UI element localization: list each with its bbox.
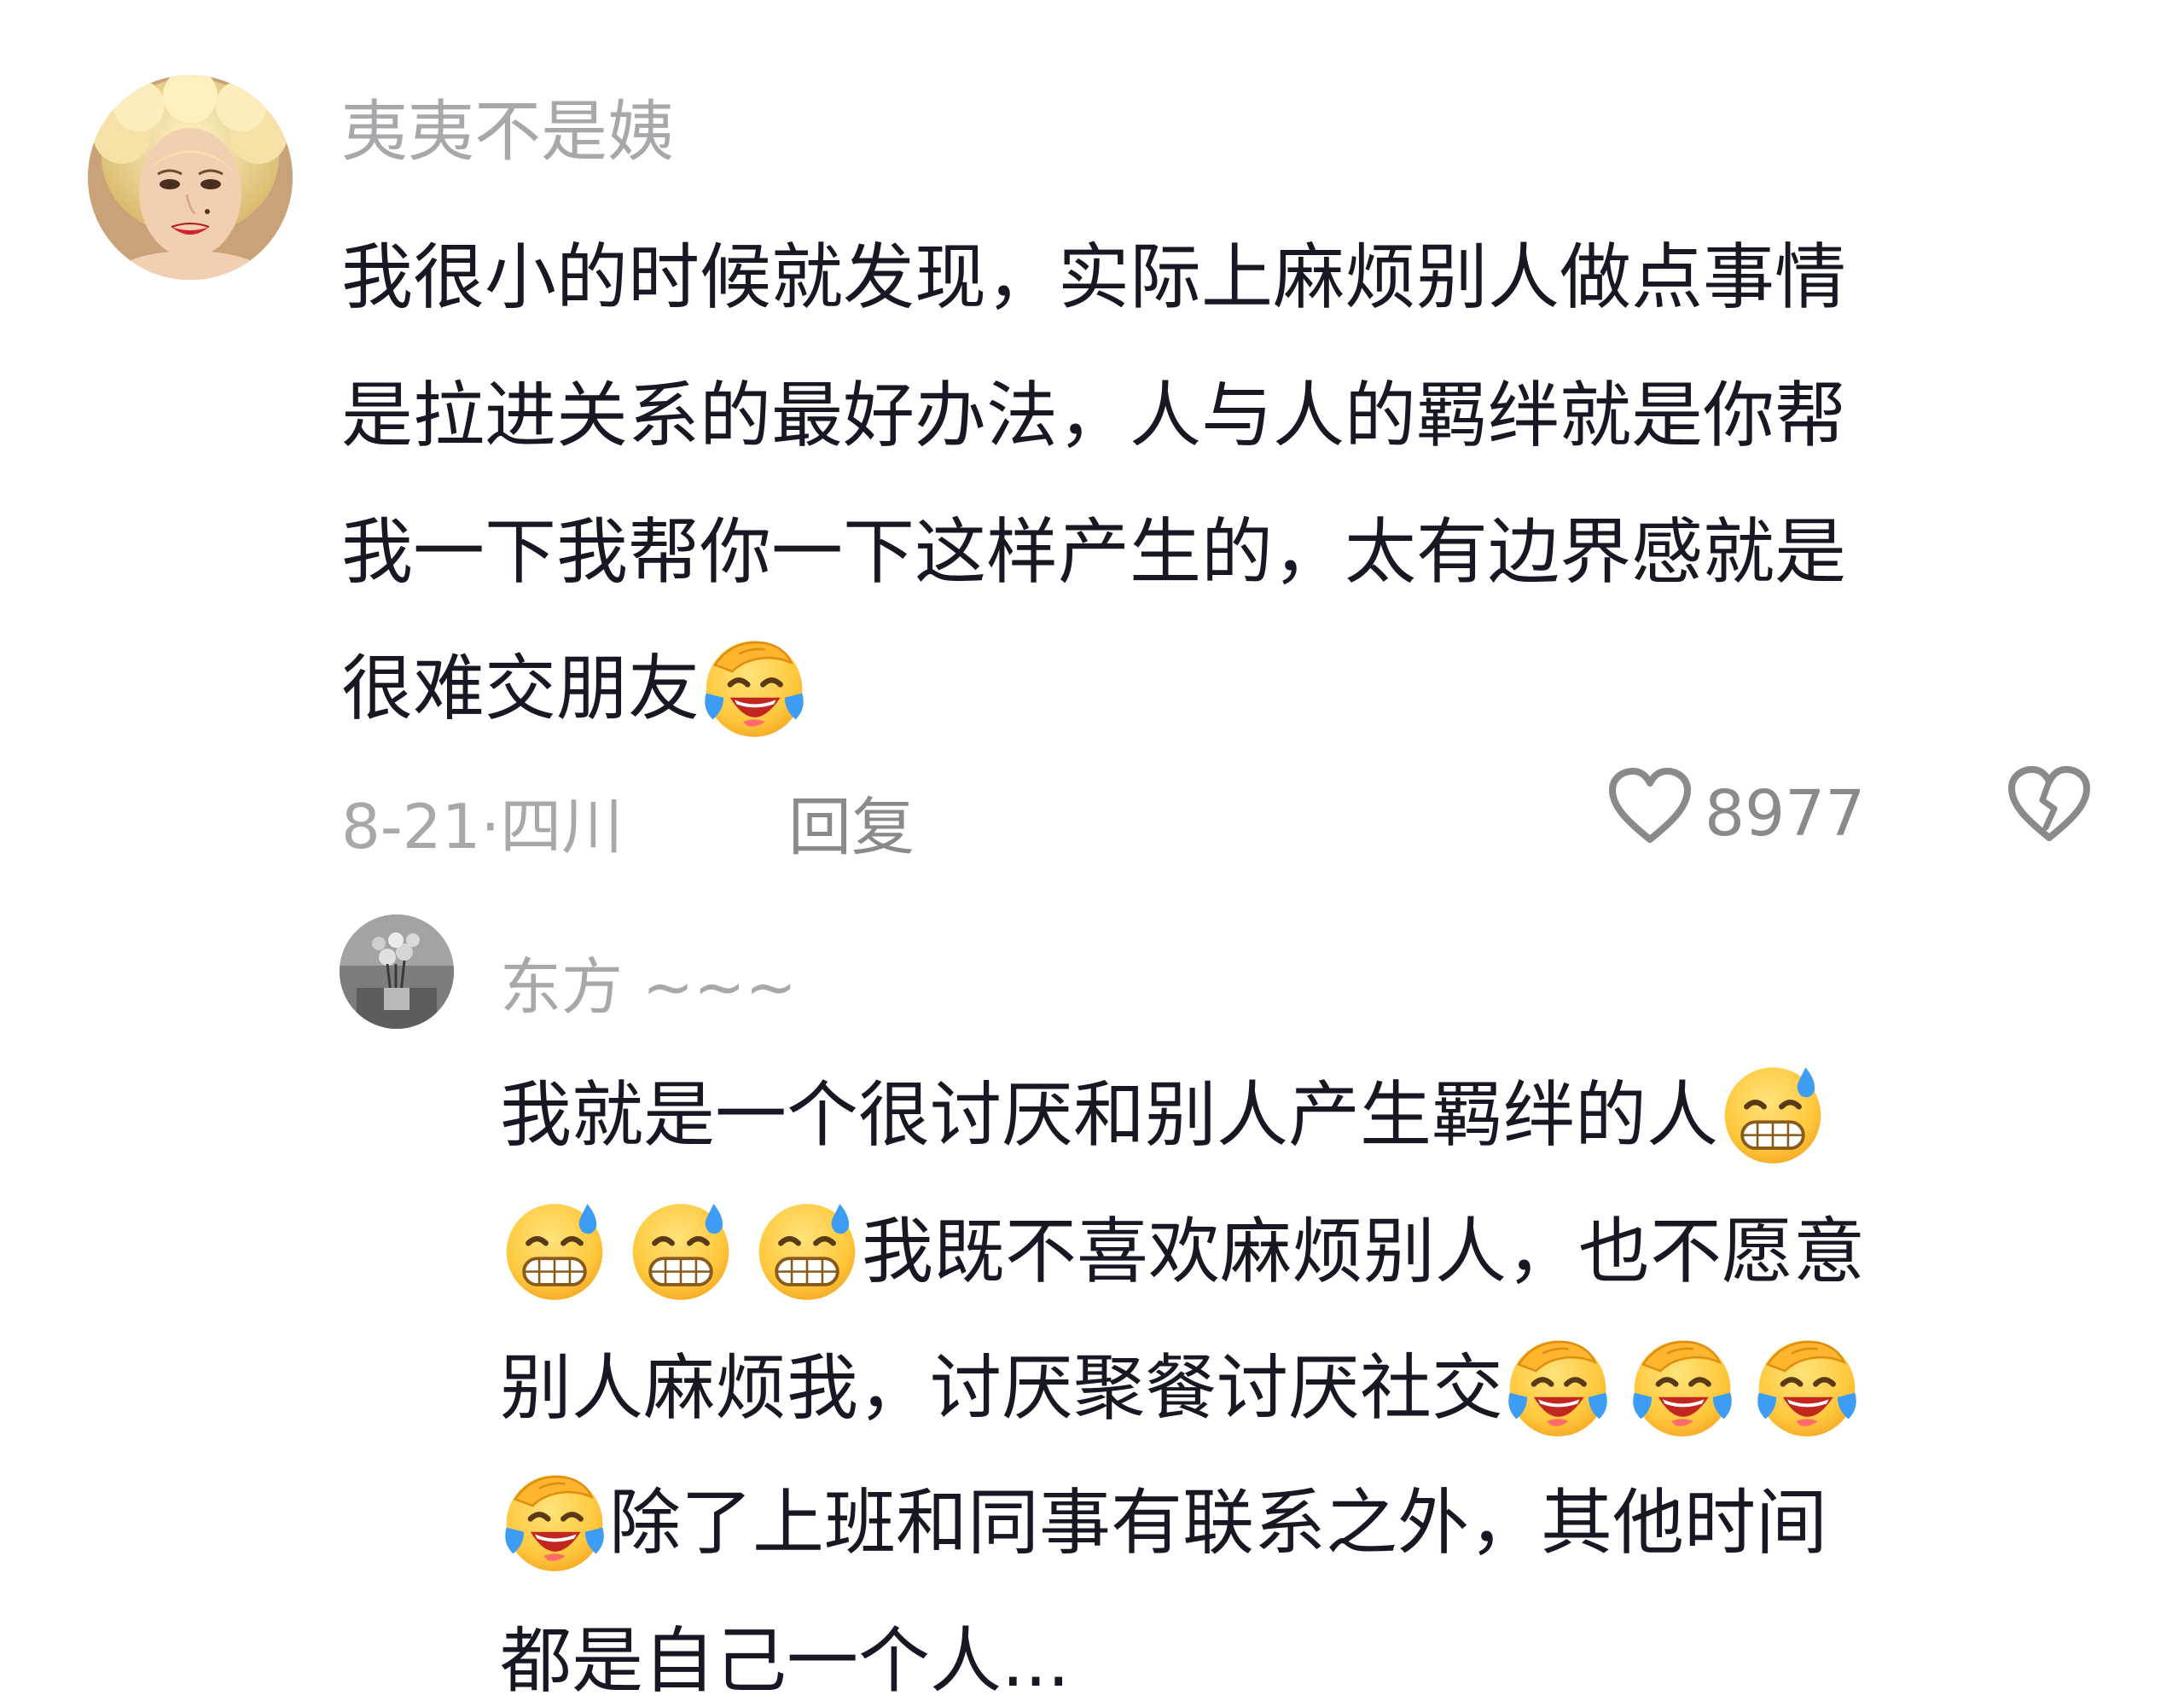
comment-text-line: 很难交朋友 bbox=[341, 631, 809, 741]
tears-of-joy-emoji-icon bbox=[1503, 1332, 1612, 1441]
reply-avatar[interactable] bbox=[340, 914, 454, 1029]
avatar-flowers-icon bbox=[340, 914, 454, 1029]
comment-text-line: 我一下我帮你一下这样产生的，太有边界感就是 bbox=[341, 510, 1847, 594]
reply-text-line: 我就是一个很讨厌和别人产生羁绊的人 bbox=[500, 1058, 1827, 1168]
grin-sweat-emoji-icon bbox=[1718, 1059, 1827, 1168]
reply-text-segment: 我既不喜欢麻烦别人，也不愿意 bbox=[862, 1210, 1866, 1293]
grin-sweat-emoji-icon bbox=[752, 1195, 862, 1304]
avatar-portrait-icon bbox=[88, 75, 293, 280]
reply-text-segment: 我就是一个很讨厌和别人产生羁绊的人 bbox=[500, 1073, 1719, 1157]
tears-of-joy-emoji-icon bbox=[1752, 1332, 1862, 1441]
comment-text-segment: 很难交朋友 bbox=[341, 647, 700, 730]
username[interactable]: 夷夷不是姨 bbox=[341, 78, 674, 174]
reply-text-line: 除了上班和同事有联系之外，其他时间 bbox=[500, 1466, 1827, 1576]
comment-date: 8-21 bbox=[341, 791, 481, 862]
reply-button[interactable]: 回复 bbox=[788, 776, 915, 868]
reply-text-line: 别人麻烦我，讨厌聚餐讨厌社交 bbox=[500, 1331, 1862, 1441]
avatar[interactable] bbox=[88, 75, 293, 280]
grin-sweat-emoji-icon bbox=[500, 1195, 609, 1304]
comment-location: 四川 bbox=[500, 791, 624, 862]
dislike-button[interactable] bbox=[2007, 766, 2092, 846]
heart-outline-icon bbox=[1607, 768, 1693, 860]
tears-of-joy-emoji-icon bbox=[1628, 1332, 1737, 1441]
comment-text-line: 我很小的时候就发现，实际上麻烦别人做点事情 bbox=[341, 235, 1847, 319]
comment-meta: 8-21·四川 bbox=[341, 776, 623, 866]
reply-text-segment: 除了上班和同事有联系之外，其他时间 bbox=[609, 1481, 1828, 1565]
reply-text-segment: 别人麻烦我，讨厌聚餐讨厌社交 bbox=[500, 1346, 1504, 1430]
like-button[interactable]: 8977 bbox=[1607, 768, 1865, 860]
broken-heart-icon bbox=[2007, 766, 2092, 846]
like-count: 8977 bbox=[1705, 777, 1866, 851]
comment-text-line: 是拉进关系的最好办法，人与人的羁绊就是你帮 bbox=[341, 374, 1847, 457]
tears-of-joy-emoji-icon bbox=[700, 632, 809, 741]
reply-text-line: 都是自己一个人... bbox=[500, 1619, 1071, 1703]
tears-of-joy-emoji-icon bbox=[500, 1466, 609, 1576]
meta-separator: · bbox=[480, 791, 501, 862]
reply-text-line: 我既不喜欢麻烦别人，也不愿意 bbox=[500, 1194, 1865, 1304]
grin-sweat-emoji-icon bbox=[626, 1195, 735, 1304]
reply-username[interactable]: 东方 ~~~ bbox=[500, 937, 797, 1026]
